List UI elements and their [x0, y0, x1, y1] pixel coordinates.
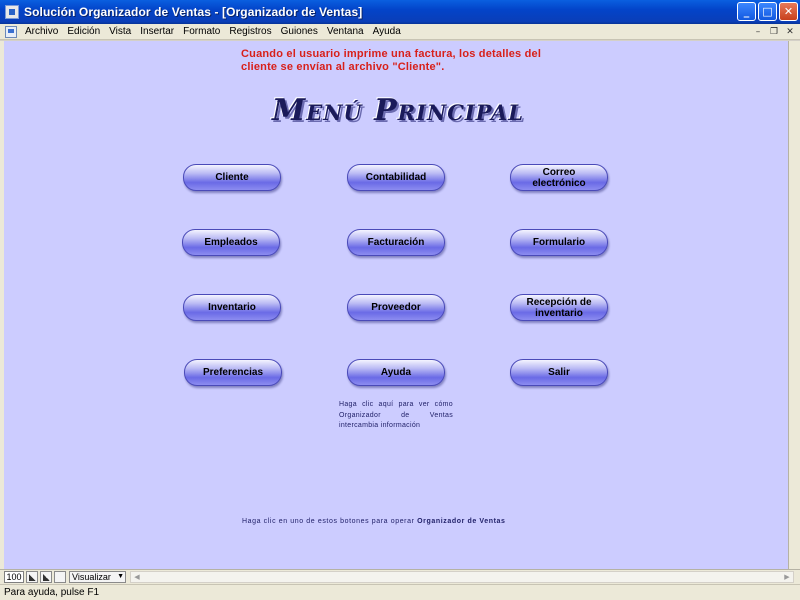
document-window-controls: – ❐ ✕: [751, 25, 797, 38]
footer-prefix: Haga clic en uno de estos botones para o…: [242, 518, 415, 525]
main-menu-layout: Cuando el usuario imprime una factura, l…: [4, 41, 788, 569]
document-icon[interactable]: [5, 25, 17, 38]
status-bar: Para ayuda, pulse F1: [0, 584, 800, 600]
close-button[interactable]: ✕: [779, 2, 798, 21]
horizontal-scrollbar[interactable]: ◀ ▶: [130, 571, 794, 583]
menu-ventana[interactable]: Ventana: [323, 26, 369, 37]
window-title: Solución Organizador de Ventas - [Organi…: [24, 5, 363, 19]
menu-edicion[interactable]: Edición: [63, 26, 105, 37]
menu-insertar[interactable]: Insertar: [136, 26, 179, 37]
formulario-button[interactable]: Formulario: [510, 229, 608, 256]
page-title: Menú Principal: [272, 93, 525, 128]
menu-vista[interactable]: Vista: [105, 26, 136, 37]
doc-minimize-button[interactable]: –: [751, 25, 765, 38]
scroll-left-icon[interactable]: ◀: [131, 572, 143, 582]
inventario-button[interactable]: Inventario: [183, 294, 281, 321]
menu-archivo[interactable]: Archivo: [21, 26, 63, 37]
footer-instruction: Haga clic en uno de estos botones para o…: [242, 518, 506, 525]
title-bar: Solución Organizador de Ventas - [Organi…: [0, 0, 800, 24]
menu-formato[interactable]: Formato: [179, 26, 225, 37]
right-frame: [788, 41, 800, 569]
contabilidad-button[interactable]: Contabilidad: [347, 164, 445, 191]
menu-bar: Archivo Edición Vista Insertar Formato R…: [0, 24, 800, 40]
view-mode-select[interactable]: Visualizar ▼: [69, 571, 126, 583]
doc-close-button[interactable]: ✕: [783, 25, 797, 38]
preferencias-button[interactable]: Preferencias: [184, 359, 282, 386]
zoom-out-icon[interactable]: [40, 571, 52, 583]
menu-registros[interactable]: Registros: [225, 26, 276, 37]
menu-guiones[interactable]: Guiones: [277, 26, 323, 37]
salir-button[interactable]: Salir: [510, 359, 608, 386]
minimize-button[interactable]: _: [737, 2, 756, 21]
doc-restore-button[interactable]: ❐: [767, 25, 781, 38]
window-controls: _ □ ✕: [737, 2, 798, 21]
correo-electronico-button[interactable]: Correo electrónico: [510, 164, 608, 191]
recepcion-inventario-button[interactable]: Recepción de inventario: [510, 294, 608, 321]
toggle-status-area-icon[interactable]: [54, 571, 66, 583]
menu-ayuda[interactable]: Ayuda: [369, 26, 406, 37]
zoom-level[interactable]: 100: [4, 571, 24, 583]
empleados-button[interactable]: Empleados: [182, 229, 280, 256]
zoom-in-icon[interactable]: [26, 571, 38, 583]
footer-app-name: Organizador de Ventas: [417, 518, 506, 525]
facturacion-button[interactable]: Facturación: [347, 229, 445, 256]
notice-text: Cuando el usuario imprime una factura, l…: [241, 48, 542, 73]
ayuda-button[interactable]: Ayuda: [347, 359, 445, 386]
status-text: Para ayuda, pulse F1: [4, 587, 100, 598]
view-mode-value: Visualizar: [72, 572, 111, 582]
cliente-button[interactable]: Cliente: [183, 164, 281, 191]
proveedor-button[interactable]: Proveedor: [347, 294, 445, 321]
help-info-link[interactable]: Haga clic aquí para ver cómo Organizador…: [339, 400, 453, 432]
app-icon[interactable]: [5, 5, 19, 19]
bottom-toolbar: 100 Visualizar ▼ ◀ ▶: [0, 569, 800, 584]
scroll-right-icon[interactable]: ▶: [781, 572, 793, 582]
chevron-down-icon: ▼: [117, 573, 124, 580]
maximize-button[interactable]: □: [758, 2, 777, 21]
